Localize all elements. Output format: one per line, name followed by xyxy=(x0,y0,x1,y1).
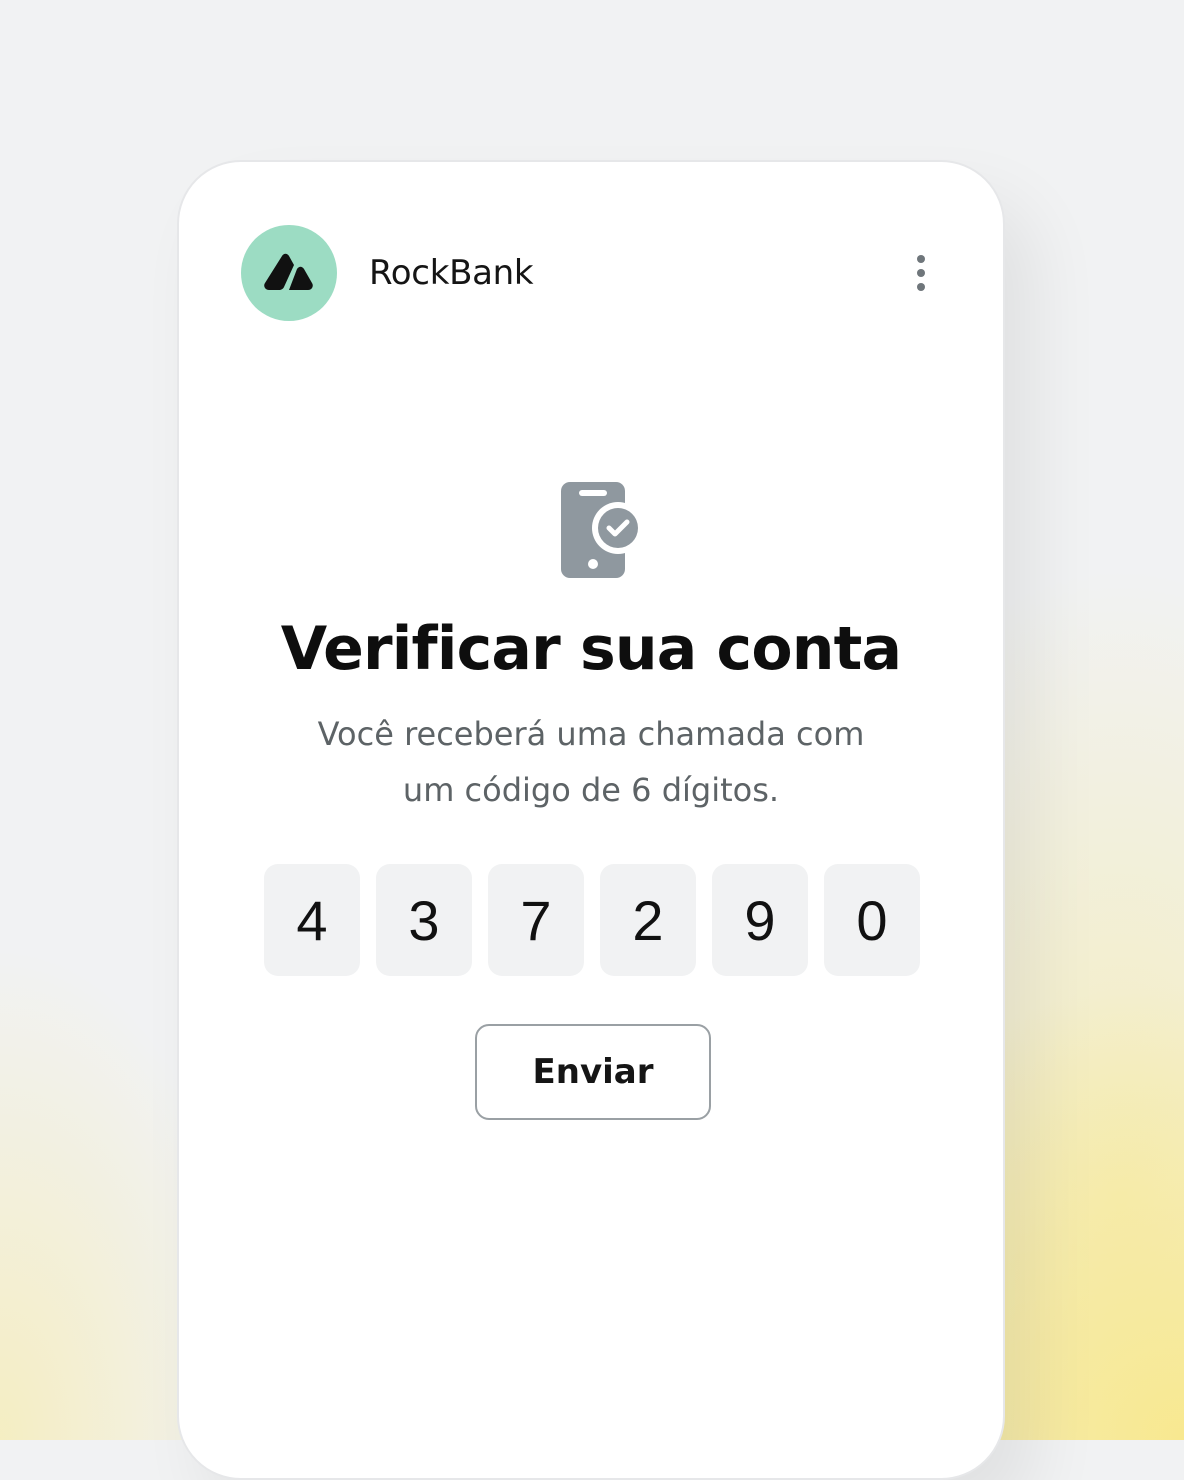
more-vertical-icon xyxy=(917,255,925,291)
page-subtitle: Você receberá uma chamada com um código … xyxy=(279,706,903,818)
code-digit-1[interactable]: 4 xyxy=(264,864,360,976)
more-options-button[interactable] xyxy=(901,243,941,303)
mountain-icon xyxy=(264,253,313,290)
phone-screen: RockBank Verificar sua conta Você recebe… xyxy=(177,160,1005,1480)
code-input-group: 4 3 7 2 9 0 xyxy=(264,864,920,976)
page-title: Verificar sua conta xyxy=(280,614,902,684)
send-button[interactable]: Enviar xyxy=(475,1024,711,1120)
phone-check-icon xyxy=(561,482,643,578)
code-digit-5[interactable]: 9 xyxy=(712,864,808,976)
brand-name: RockBank xyxy=(369,253,534,293)
code-digit-4[interactable]: 2 xyxy=(600,864,696,976)
app-header: RockBank xyxy=(241,225,941,321)
code-digit-3[interactable]: 7 xyxy=(488,864,584,976)
brand-logo xyxy=(241,225,337,321)
subtitle-line-2: um código de 6 dígitos. xyxy=(402,771,780,809)
code-digit-2[interactable]: 3 xyxy=(376,864,472,976)
subtitle-line-1: Você receberá uma chamada com xyxy=(317,715,865,753)
code-digit-6[interactable]: 0 xyxy=(824,864,920,976)
